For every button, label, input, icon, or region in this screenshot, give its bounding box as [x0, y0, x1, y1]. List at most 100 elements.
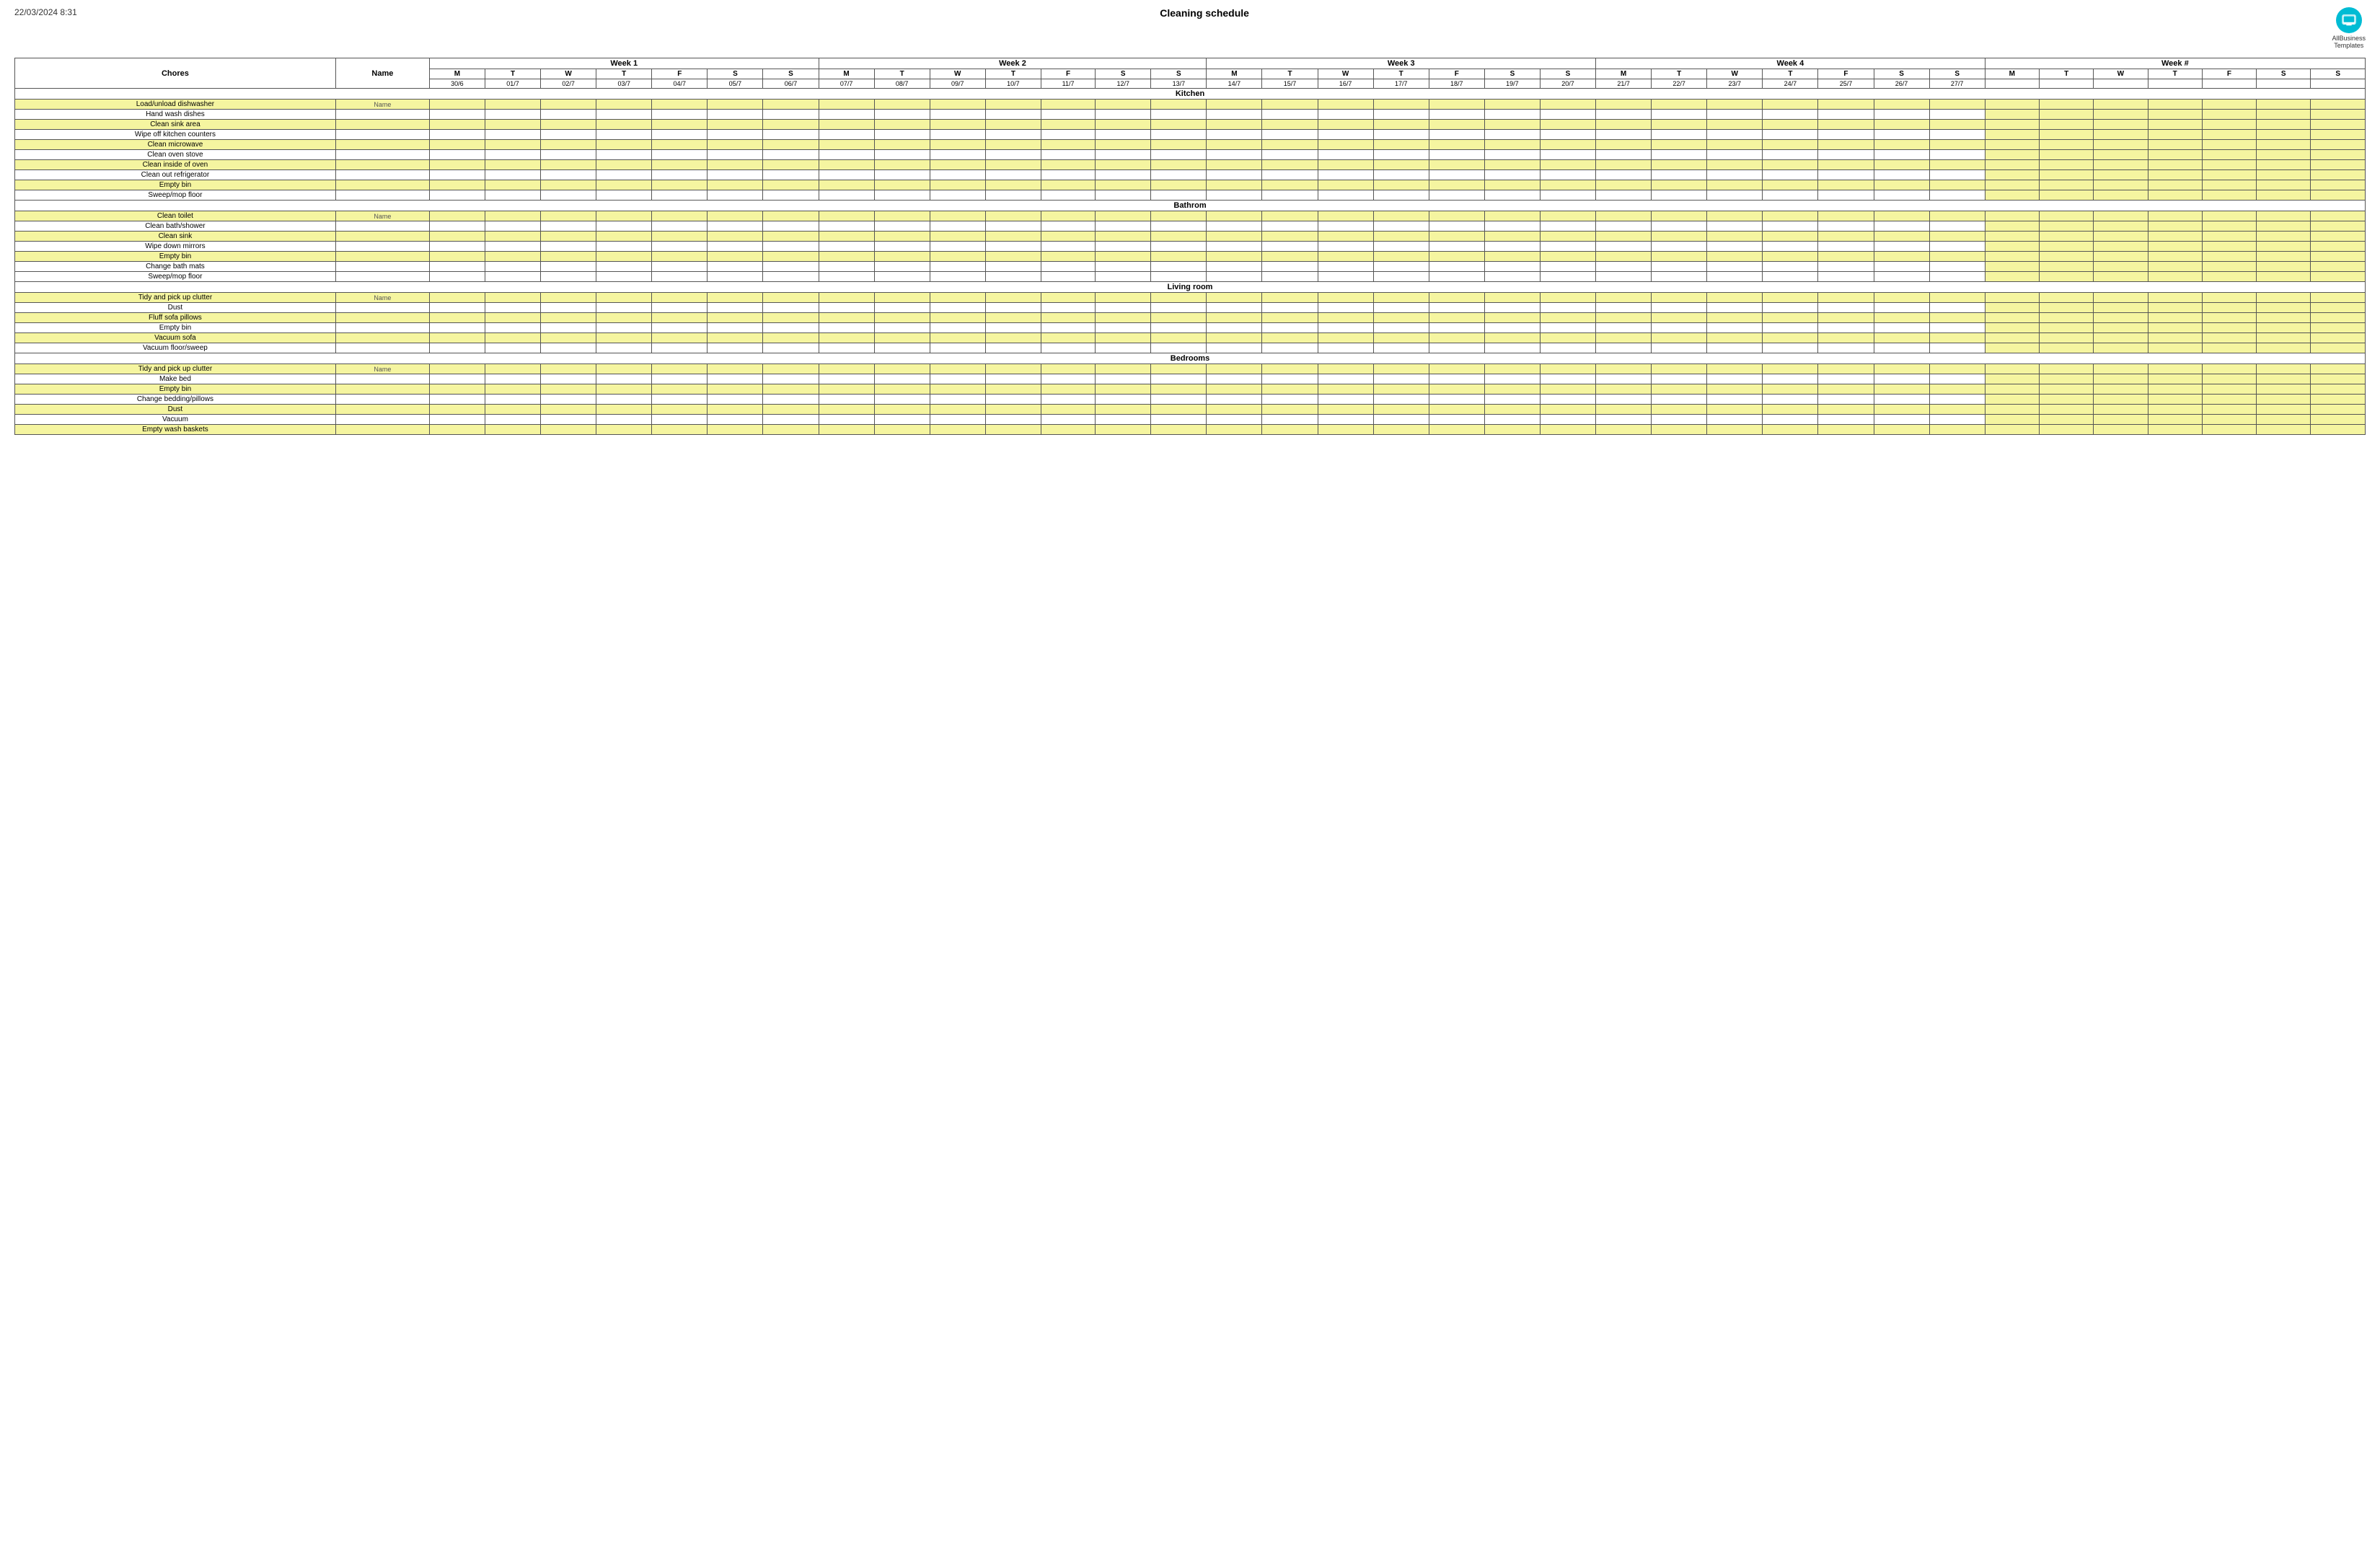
day-cell[interactable]: [1652, 425, 1707, 435]
day-cell[interactable]: [1484, 190, 1540, 201]
day-cell[interactable]: [1929, 272, 1985, 282]
day-cell[interactable]: [2311, 303, 2366, 313]
day-cell[interactable]: [2257, 170, 2311, 180]
day-cell[interactable]: [2311, 221, 2366, 232]
day-cell[interactable]: [1707, 323, 1763, 333]
day-cell[interactable]: [1596, 313, 1652, 323]
day-cell[interactable]: [1318, 303, 1373, 313]
day-cell[interactable]: [485, 110, 540, 120]
day-cell[interactable]: [930, 190, 985, 201]
day-cell[interactable]: [1874, 110, 1929, 120]
day-cell[interactable]: [1707, 211, 1763, 221]
day-cell[interactable]: [1818, 364, 1874, 374]
day-cell[interactable]: [1707, 180, 1763, 190]
day-cell[interactable]: [1540, 415, 1595, 425]
day-cell[interactable]: [1707, 333, 1763, 343]
day-cell[interactable]: [1373, 170, 1429, 180]
day-cell[interactable]: [485, 190, 540, 201]
day-cell[interactable]: [985, 100, 1041, 110]
day-cell[interactable]: [708, 272, 763, 282]
day-cell[interactable]: [1429, 425, 1484, 435]
day-cell[interactable]: [1763, 180, 1818, 190]
day-cell[interactable]: [2257, 384, 2311, 395]
day-cell[interactable]: [429, 150, 485, 160]
day-cell[interactable]: [2148, 160, 2202, 170]
day-cell[interactable]: [1818, 110, 1874, 120]
day-cell[interactable]: [1373, 364, 1429, 374]
day-cell[interactable]: [2039, 252, 2093, 262]
day-cell[interactable]: [1096, 343, 1151, 353]
day-cell[interactable]: [2311, 384, 2366, 395]
day-cell[interactable]: [763, 221, 819, 232]
day-cell[interactable]: [985, 190, 1041, 201]
day-cell[interactable]: [1874, 323, 1929, 333]
day-cell[interactable]: [1096, 293, 1151, 303]
day-cell[interactable]: [596, 140, 652, 150]
day-cell[interactable]: [1484, 110, 1540, 120]
day-cell[interactable]: [1484, 160, 1540, 170]
day-cell[interactable]: [2202, 170, 2256, 180]
day-cell[interactable]: [485, 180, 540, 190]
day-cell[interactable]: [1652, 323, 1707, 333]
day-cell[interactable]: [1096, 170, 1151, 180]
day-cell[interactable]: [1818, 221, 1874, 232]
day-cell[interactable]: [1429, 343, 1484, 353]
day-cell[interactable]: [1763, 221, 1818, 232]
day-cell[interactable]: [2094, 425, 2148, 435]
day-cell[interactable]: [2257, 293, 2311, 303]
day-cell[interactable]: [1818, 242, 1874, 252]
day-cell[interactable]: [1318, 160, 1373, 170]
day-cell[interactable]: [1318, 211, 1373, 221]
day-cell[interactable]: [596, 343, 652, 353]
day-cell[interactable]: [2094, 405, 2148, 415]
day-cell[interactable]: [1429, 140, 1484, 150]
day-cell[interactable]: [1318, 343, 1373, 353]
day-cell[interactable]: [1707, 293, 1763, 303]
day-cell[interactable]: [2257, 364, 2311, 374]
day-cell[interactable]: [1874, 343, 1929, 353]
day-cell[interactable]: [2148, 221, 2202, 232]
day-cell[interactable]: [2311, 425, 2366, 435]
day-cell[interactable]: [1373, 160, 1429, 170]
day-cell[interactable]: [429, 333, 485, 343]
day-cell[interactable]: [1429, 242, 1484, 252]
day-cell[interactable]: [1596, 303, 1652, 313]
day-cell[interactable]: [2202, 130, 2256, 140]
day-cell[interactable]: [985, 160, 1041, 170]
day-cell[interactable]: [930, 374, 985, 384]
day-cell[interactable]: [1540, 313, 1595, 323]
day-cell[interactable]: [1818, 374, 1874, 384]
day-cell[interactable]: [2257, 405, 2311, 415]
day-cell[interactable]: [708, 405, 763, 415]
day-cell[interactable]: [1929, 313, 1985, 323]
day-cell[interactable]: [819, 180, 874, 190]
day-cell[interactable]: [1818, 395, 1874, 405]
day-cell[interactable]: [874, 160, 930, 170]
day-cell[interactable]: [874, 395, 930, 405]
day-cell[interactable]: [1652, 110, 1707, 120]
day-cell[interactable]: [1652, 150, 1707, 160]
day-cell[interactable]: [1985, 242, 2039, 252]
day-cell[interactable]: [985, 395, 1041, 405]
day-cell[interactable]: [1707, 425, 1763, 435]
day-cell[interactable]: [874, 333, 930, 343]
day-cell[interactable]: [1652, 252, 1707, 262]
day-cell[interactable]: [1318, 272, 1373, 282]
day-cell[interactable]: [930, 252, 985, 262]
day-cell[interactable]: [2094, 303, 2148, 313]
day-cell[interactable]: [1763, 395, 1818, 405]
day-cell[interactable]: [1484, 180, 1540, 190]
day-cell[interactable]: [652, 384, 708, 395]
day-cell[interactable]: [1763, 425, 1818, 435]
day-cell[interactable]: [2148, 211, 2202, 221]
day-cell[interactable]: [1874, 170, 1929, 180]
day-cell[interactable]: [2148, 405, 2202, 415]
day-cell[interactable]: [1151, 343, 1207, 353]
day-cell[interactable]: [2039, 150, 2093, 160]
day-cell[interactable]: [985, 425, 1041, 435]
day-cell[interactable]: [763, 364, 819, 374]
day-cell[interactable]: [2202, 150, 2256, 160]
day-cell[interactable]: [1096, 100, 1151, 110]
day-cell[interactable]: [1484, 242, 1540, 252]
day-cell[interactable]: [1041, 170, 1095, 180]
